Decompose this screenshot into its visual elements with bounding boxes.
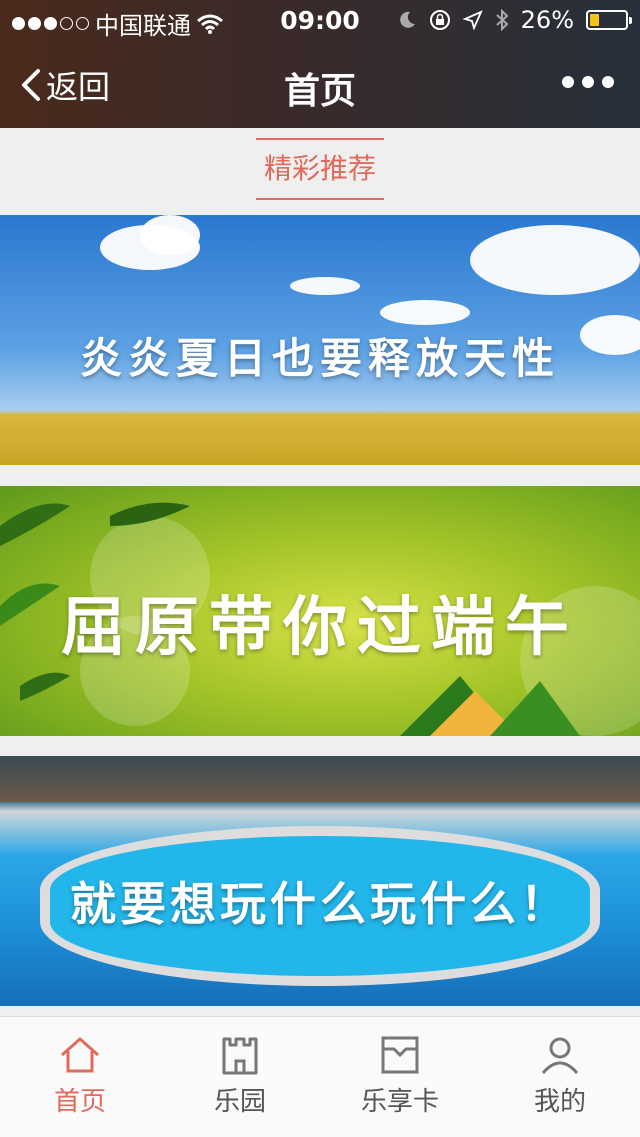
tab-label: 我的: [533, 1087, 586, 1117]
back-button[interactable]: 返回: [20, 62, 110, 108]
banner-caption: 炎炎夏日也要释放天性: [79, 334, 560, 383]
user-icon: [541, 1037, 579, 1075]
zongzi-icon: [400, 676, 580, 736]
navigation-bar: 返回 首页: [0, 40, 640, 128]
home-icon: [61, 1037, 99, 1073]
tab-label: 乐享卡: [360, 1087, 439, 1117]
tab-park[interactable]: 乐园: [160, 1017, 320, 1137]
castle-icon: [222, 1037, 258, 1075]
banner-caption: 就要想玩什么玩什么！: [70, 877, 570, 931]
cloud-shape: [470, 225, 640, 295]
moon-icon: [399, 11, 415, 28]
cloud-shape: [140, 215, 200, 255]
section-header: 精彩推荐: [0, 128, 640, 214]
battery-percent: 26%: [520, 6, 574, 34]
battery-icon: [586, 10, 632, 30]
tab-label: 乐园: [213, 1087, 266, 1117]
banner-dragon-boat[interactable]: 屈原带你过端午: [0, 486, 640, 736]
tab-card[interactable]: 乐享卡: [320, 1017, 480, 1137]
rotation-lock-icon: [429, 10, 450, 30]
tab-label: 首页: [53, 1087, 106, 1117]
cloud-shape: [290, 277, 360, 295]
back-label: 返回: [46, 68, 111, 106]
bluetooth-icon: [495, 9, 509, 31]
battery-fill: [590, 14, 599, 26]
tab-home[interactable]: 首页: [0, 1017, 160, 1137]
location-arrow-icon: [462, 10, 483, 30]
status-icons: 26%: [397, 6, 632, 34]
tab-bar: 首页 乐园 乐享卡 我的: [0, 1016, 640, 1137]
section-title: 精彩推荐: [256, 138, 384, 200]
banner-summer[interactable]: 炎炎夏日也要释放天性: [0, 215, 640, 465]
banner-resort-pool[interactable]: 就要想玩什么玩什么！: [0, 756, 640, 1006]
tab-mine[interactable]: 我的: [480, 1017, 640, 1137]
more-dots-icon[interactable]: [562, 76, 614, 88]
cloud-shape: [380, 300, 470, 325]
top-bar: 中国联通 09:00 26% 返回 首页: [0, 0, 640, 128]
card-box-icon: [381, 1036, 419, 1074]
status-bar: 中国联通 09:00 26%: [0, 0, 640, 40]
banner-caption: 屈原带你过端午: [61, 591, 579, 665]
resort-huts: [0, 756, 640, 802]
chevron-left-icon: [22, 69, 40, 101]
